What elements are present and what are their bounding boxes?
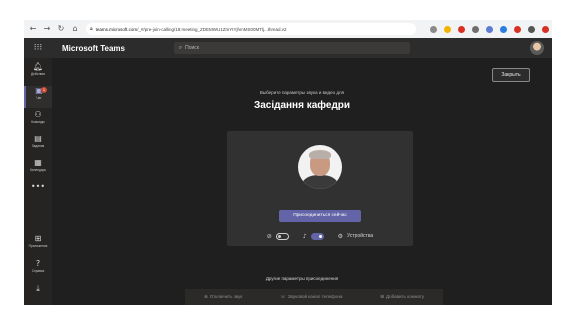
lock-icon: 🔒︎ — [90, 26, 93, 32]
devices-button[interactable]: Устройства — [347, 233, 373, 239]
unread-badge: 1 — [41, 87, 47, 93]
back-icon[interactable]: ← — [28, 24, 38, 34]
rail-item-calendar[interactable]: ▦ Календарь — [24, 158, 52, 180]
settings-icon[interactable]: ⚙ — [338, 233, 343, 240]
extensions-bar — [430, 25, 549, 33]
browser-window: ← → ↻ ⌂ 🔒︎ teams.microsoft.com /_#/pre-j… — [24, 20, 552, 305]
rail-item-help[interactable]: ? Справка — [24, 259, 52, 281]
rail-item-download[interactable]: ⤓ — [24, 284, 52, 305]
rail-item-label: Календарь — [29, 168, 47, 172]
url-path: /_#/pre-join-calling/19:meeting_ZDEMWU1Z… — [137, 26, 287, 32]
phone-audio-option[interactable]: ☏ Звуковой канал телефона — [280, 294, 342, 300]
video-preview: Присоединиться сейчас ⊘ ♪ ⚙ Устройства — [227, 131, 413, 246]
extension-icon[interactable] — [444, 25, 451, 33]
rail-item-label: Команды — [31, 120, 45, 124]
other-options-bar: ⊗ Отключить звук ☏ Звуковой канал телефона… — [185, 289, 443, 305]
extension-icon[interactable] — [430, 25, 437, 33]
extension-icon[interactable] — [486, 25, 493, 33]
prejoin-subtitle: Выберите параметры звука и видео для — [259, 90, 345, 95]
prejoin-screen: Закрыть Выберите параметры звука и видео… — [52, 58, 552, 305]
av-controls: ⊘ ♪ ⚙ Устройства — [227, 228, 413, 244]
add-room-option[interactable]: ⊞ Добавить комнату — [380, 294, 424, 300]
chat-icon: ▣ — [35, 86, 43, 95]
home-icon[interactable]: ⌂ — [70, 24, 80, 34]
rail-item-assignments[interactable]: ▤ Задания — [24, 134, 52, 156]
rail-item-chat[interactable]: ▣ Чат 1 — [24, 86, 52, 108]
close-button[interactable]: Закрыть — [492, 68, 530, 82]
search-placeholder: Поиск — [185, 45, 199, 51]
url-domain: teams.microsoft.com — [95, 26, 138, 32]
speaker-off-icon: ⊗ — [203, 295, 208, 300]
rail-item-label: Действия — [31, 72, 45, 76]
teams-header: ⁝⁝⁝ Microsoft Teams ⌕ Поиск — [24, 38, 552, 58]
rail-item-apps[interactable]: ⊞ Приложения — [24, 234, 52, 256]
search-icon: ⌕ — [179, 44, 183, 51]
calendar-icon: ▦ — [34, 158, 42, 167]
rail-item-label: Чат — [36, 96, 42, 100]
other-options-title: Другие параметры присоединения — [265, 276, 339, 281]
avatar[interactable] — [530, 41, 544, 55]
mic-toggle[interactable] — [310, 232, 324, 240]
extension-icon[interactable] — [458, 25, 465, 33]
rail-item-more[interactable]: ••• — [24, 182, 52, 204]
assignments-icon: ▤ — [34, 134, 42, 143]
phone-icon: ☏ — [280, 295, 286, 300]
address-bar[interactable]: 🔒︎ teams.microsoft.com /_#/pre-join-call… — [86, 23, 416, 35]
extension-icon[interactable] — [472, 25, 479, 33]
rail-item-teams[interactable]: ⚇ Команды — [24, 110, 52, 132]
rail-item-label: Задания — [31, 144, 45, 148]
rail-item-bell[interactable]: 🔔︎ Действия — [24, 62, 52, 84]
rail-item-label: Приложения — [28, 244, 48, 248]
extension-icon[interactable] — [542, 25, 549, 33]
more-icon: ••• — [30, 182, 46, 191]
app-title: Microsoft Teams — [62, 43, 125, 53]
bell-icon: 🔔︎ — [32, 62, 44, 71]
rail-item-label: Справка — [31, 269, 45, 273]
extension-icon[interactable] — [528, 25, 535, 33]
join-now-button[interactable]: Присоединиться сейчас — [279, 210, 361, 222]
extension-icon[interactable] — [514, 25, 521, 33]
help-icon: ? — [35, 259, 41, 268]
camera-toggle[interactable] — [275, 232, 289, 240]
mute-audio-option[interactable]: ⊗ Отключить звук — [204, 294, 242, 300]
user-avatar-large — [298, 145, 342, 189]
mic-icon: ♪ — [302, 232, 307, 240]
extension-icon[interactable] — [500, 25, 507, 33]
teams-icon: ⚇ — [34, 110, 42, 119]
browser-toolbar: ← → ↻ ⌂ 🔒︎ teams.microsoft.com /_#/pre-j… — [24, 20, 552, 38]
forward-icon[interactable]: → — [42, 24, 52, 34]
room-icon: ⊞ — [380, 295, 385, 300]
screenshot-frame: ← → ↻ ⌂ 🔒︎ teams.microsoft.com /_#/pre-j… — [0, 0, 573, 334]
download-icon: ⤓ — [36, 284, 40, 293]
apps-grid-icon[interactable]: ⁝⁝⁝ — [24, 43, 52, 53]
search-input[interactable]: ⌕ Поиск — [174, 42, 410, 54]
camera-off-icon: ⊘ — [266, 232, 272, 240]
reload-icon[interactable]: ↻ — [56, 24, 66, 34]
left-rail: 🔔︎ Действия ▣ Чат 1 ⚇ Команды ▤ Задания ▦ Календар… — [24, 58, 52, 305]
apps-icon: ⊞ — [34, 234, 42, 243]
meeting-title: Засідання кафедри — [253, 100, 351, 111]
